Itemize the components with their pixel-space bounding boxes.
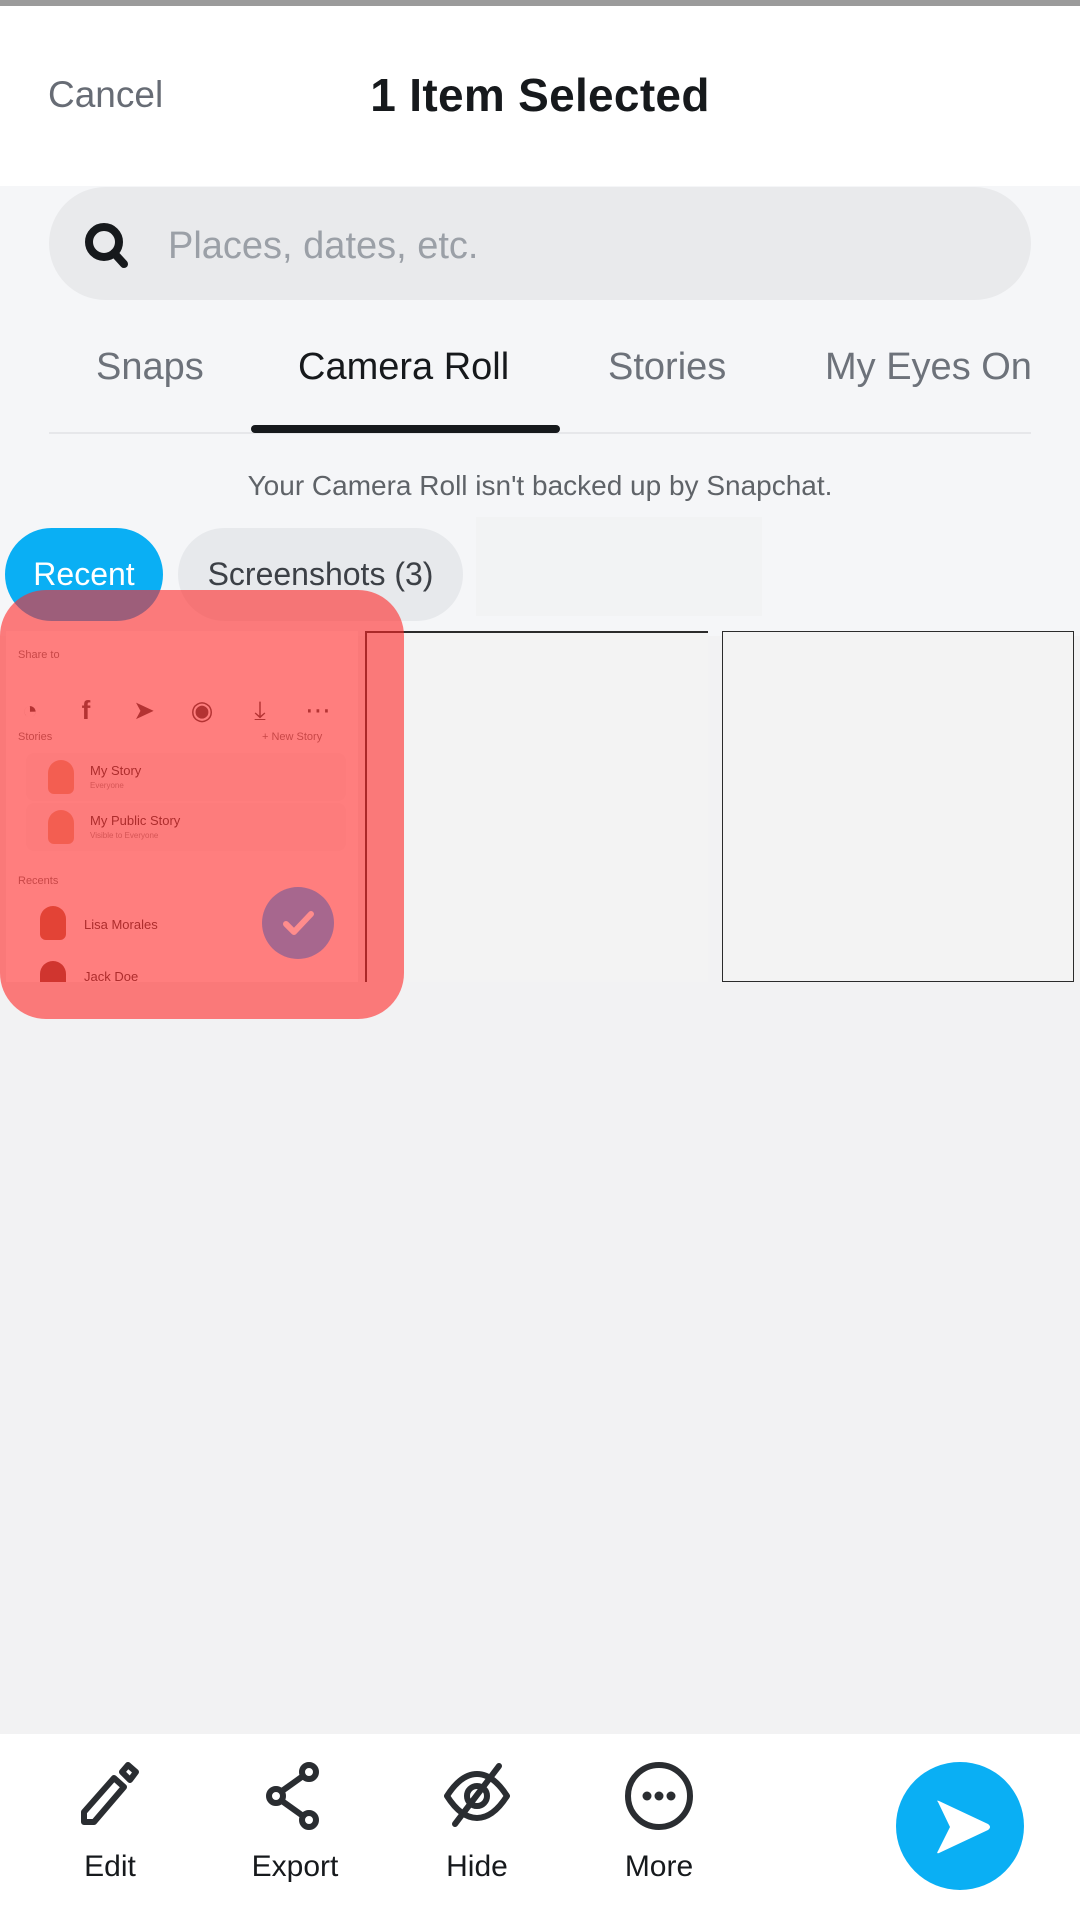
grid-item[interactable]: [365, 631, 708, 982]
page-title: 1 Item Selected: [370, 69, 710, 121]
search-icon: [85, 223, 128, 268]
tab-bar: Snaps Camera Roll Stories My Eyes Only: [0, 330, 1033, 410]
tab-camera-roll[interactable]: Camera Roll: [298, 346, 509, 389]
send-button[interactable]: [896, 1762, 1024, 1890]
selected-check-badge[interactable]: [262, 887, 334, 959]
placeholder-block: [476, 517, 762, 616]
hide-label: Hide: [446, 1850, 508, 1883]
tab-snaps[interactable]: Snaps: [96, 346, 204, 389]
eye-slash-icon: [444, 1763, 510, 1827]
selection-highlight: [0, 590, 404, 1019]
edit-button[interactable]: Edit: [35, 1750, 185, 1900]
share-icon: [266, 1762, 319, 1830]
backup-notice: Your Camera Roll isn't backed up by Snap…: [247, 470, 833, 501]
more-icon: [625, 1762, 693, 1830]
more-label: More: [624, 1850, 694, 1883]
hide-button[interactable]: Hide: [402, 1750, 552, 1900]
tab-stories[interactable]: Stories: [608, 346, 726, 389]
checkmark-icon: [283, 911, 314, 935]
pencil-icon: [81, 1762, 139, 1825]
edit-label: Edit: [84, 1850, 136, 1883]
send-arrow-icon: [937, 1800, 990, 1854]
tab-my-eyes-only[interactable]: My Eyes Only: [825, 346, 1033, 389]
active-tab-indicator: [251, 425, 560, 433]
export-label: Export: [251, 1850, 339, 1883]
search-input[interactable]: [168, 218, 988, 274]
export-button[interactable]: Export: [220, 1750, 370, 1900]
grid-item[interactable]: [722, 631, 1074, 982]
more-button[interactable]: More: [584, 1750, 734, 1900]
